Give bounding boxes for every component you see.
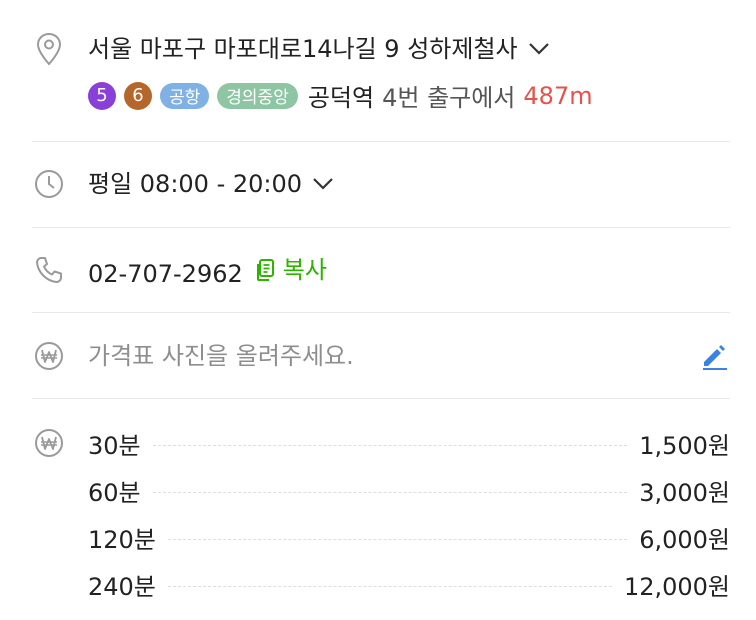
station-exit: 4번 출구에서 [382, 84, 516, 112]
copy-label: 복사 [282, 256, 327, 284]
subway-line-badge: 공항 [160, 82, 210, 109]
station-name: 공덕역 [307, 84, 375, 112]
price-photo-section: 가격표 사진을 올려주세요. [32, 339, 730, 375]
price-leader [152, 445, 628, 446]
clock-icon [32, 167, 66, 201]
phone-icon [32, 253, 66, 287]
price-leader [152, 492, 628, 493]
subway-line-badge: 6 [124, 81, 152, 110]
subway-info: 5 6 공항 경의중앙 공덕역 4번 출구에서 487m [88, 78, 593, 113]
divider [32, 227, 730, 228]
phone-number[interactable]: 02-707-2962 [88, 260, 243, 288]
price-amount: 3,000원 [639, 479, 730, 507]
price-amount: 12,000원 [623, 573, 730, 601]
pencil-icon[interactable] [698, 340, 730, 372]
price-duration: 120분 [88, 526, 156, 554]
copy-button[interactable]: 복사 [255, 254, 327, 286]
location-pin-icon [32, 32, 66, 66]
price-list: 30분 1,500원 60분 3,000원 120분 6,000원 240분 1… [88, 420, 730, 608]
subway-line-badge: 경의중앙 [217, 82, 298, 109]
price-row: 240분 12,000원 [88, 561, 730, 608]
station-distance: 487m [523, 81, 593, 110]
price-duration: 240분 [88, 573, 156, 601]
price-row: 60분 3,000원 [88, 467, 730, 514]
chevron-down-icon[interactable] [528, 32, 550, 64]
price-leader [167, 586, 612, 587]
phone-row: 02-707-2962 복사 [88, 254, 327, 290]
hours-section: 평일 08:00 - 20:00 [32, 167, 730, 203]
price-duration: 30분 [88, 432, 141, 460]
address-section: 서울 마포구 마포대로14나길 9 성하제철사 5 6 공항 경의중앙 공덕역 … [32, 32, 730, 116]
subway-line-badge: 5 [88, 81, 116, 110]
price-duration: 60분 [88, 479, 141, 507]
address-text[interactable]: 서울 마포구 마포대로14나길 9 성하제철사 [88, 33, 550, 65]
price-leader [167, 539, 628, 540]
price-photo-placeholder[interactable]: 가격표 사진을 올려주세요. [88, 340, 354, 372]
price-row: 120분 6,000원 [88, 514, 730, 561]
divider [32, 398, 730, 399]
price-row: 30분 1,500원 [88, 420, 730, 467]
address-label: 서울 마포구 마포대로14나길 9 성하제철사 [88, 35, 518, 63]
hours-label: 평일 08:00 - 20:00 [88, 170, 303, 198]
divider [32, 312, 730, 313]
won-icon [32, 339, 66, 373]
chevron-down-icon[interactable] [312, 167, 334, 199]
phone-section: 02-707-2962 복사 [32, 253, 730, 289]
copy-icon [256, 259, 274, 281]
price-amount: 1,500원 [639, 432, 730, 460]
won-icon [32, 426, 66, 460]
divider [32, 141, 730, 142]
price-list-section: 30분 1,500원 60분 3,000원 120분 6,000원 240분 1… [32, 420, 730, 610]
price-amount: 6,000원 [639, 526, 730, 554]
hours-text[interactable]: 평일 08:00 - 20:00 [88, 168, 334, 200]
